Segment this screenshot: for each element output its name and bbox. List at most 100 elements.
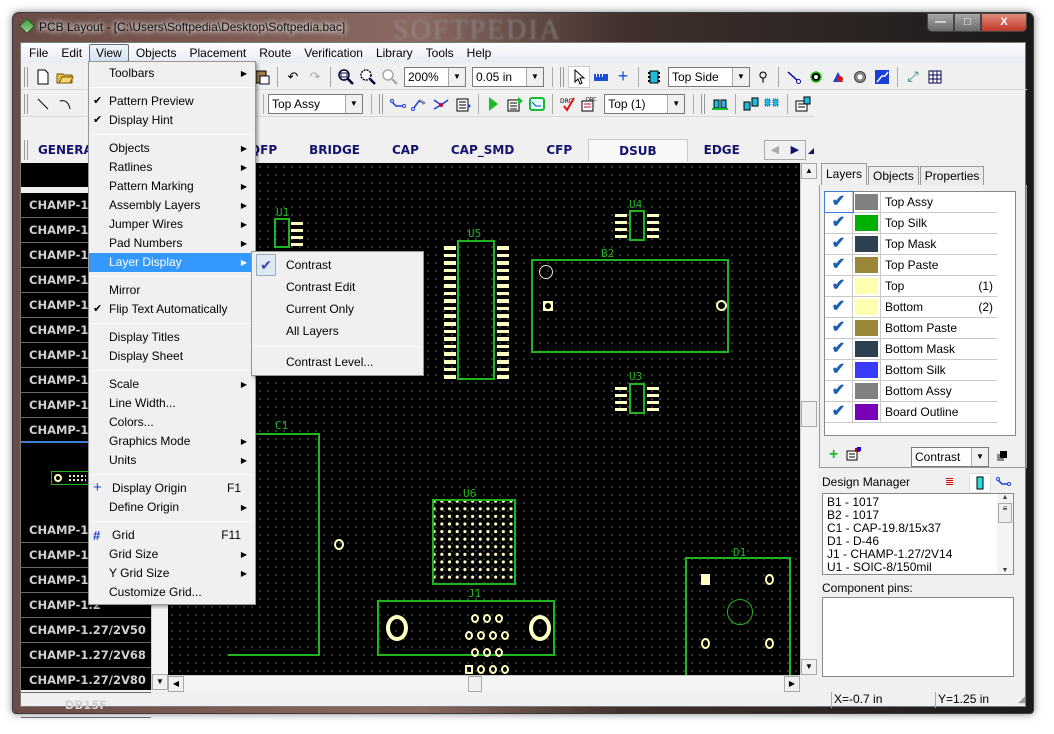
- list-item[interactable]: CHAMP-1.27/2V68: [21, 643, 151, 668]
- maximize-button[interactable]: □: [954, 13, 981, 32]
- resize-grip-icon[interactable]: ◢: [1018, 694, 1025, 705]
- toolbar-grip[interactable]: [24, 93, 28, 114]
- menu-item-display-titles[interactable]: Display Titles: [89, 328, 255, 347]
- layer-row[interactable]: ✔ Top Assy: [824, 191, 997, 213]
- layer-row[interactable]: ✔ Bottom Silk: [825, 360, 997, 381]
- menu-item-graphics-mode[interactable]: Graphics Mode ▶: [89, 432, 255, 451]
- route-layer-combo[interactable]: Top (1) ▼: [604, 93, 686, 114]
- menu-item-ratlines[interactable]: Ratlines ▶: [89, 158, 255, 177]
- component-u1[interactable]: [274, 218, 290, 248]
- toolbar-grip[interactable]: [701, 93, 706, 114]
- redo-icon[interactable]: ↷: [304, 66, 326, 88]
- open-icon[interactable]: [54, 66, 76, 88]
- toolbar-grip[interactable]: [24, 140, 28, 160]
- layer-properties-icon[interactable]: [846, 446, 862, 464]
- layer-row[interactable]: ✔ Board Outline: [825, 402, 997, 423]
- layer-mode-combo[interactable]: Contrast ▼: [911, 447, 989, 467]
- layer-color-swatch[interactable]: [853, 255, 881, 275]
- layer-color-swatch[interactable]: [853, 276, 881, 296]
- menu-file[interactable]: File: [23, 44, 54, 62]
- lib-tab-bridge[interactable]: BRIDGE: [293, 139, 376, 161]
- side-combo[interactable]: Top Side ▼: [668, 66, 750, 87]
- menu-item-y-grid-size[interactable]: Y Grid Size ▶: [89, 564, 255, 583]
- zoom-in-icon[interactable]: [335, 66, 357, 88]
- menu-item-units[interactable]: Units ▶: [89, 451, 255, 470]
- color-icon[interactable]: [997, 451, 1007, 461]
- lib-tab-cap-smd[interactable]: CAP_SMD: [435, 139, 530, 161]
- layer-color-swatch[interactable]: [853, 192, 881, 212]
- layer-row[interactable]: ✔ Bottom Assy: [825, 381, 997, 402]
- layer-row[interactable]: ✔ Top Silk: [825, 213, 997, 234]
- component-u6[interactable]: [432, 499, 516, 585]
- properties-icon[interactable]: [792, 93, 814, 115]
- minimize-button[interactable]: —: [927, 13, 954, 32]
- undo-icon[interactable]: ↶: [282, 66, 304, 88]
- toolbar-grip[interactable]: [24, 66, 28, 87]
- menu-item-contrast-level[interactable]: Contrast Level...: [252, 351, 423, 373]
- tab-layers[interactable]: Layers: [821, 163, 868, 185]
- ruler-icon[interactable]: [590, 66, 612, 88]
- menu-item-layer-display[interactable]: Layer Display ▶: [89, 253, 255, 272]
- chevron-down-icon[interactable]: ▼: [971, 448, 988, 466]
- layer-visible-checkbox[interactable]: ✔: [825, 255, 853, 275]
- menu-item-pattern-marking[interactable]: Pattern Marking ▶: [89, 177, 255, 196]
- component-icon[interactable]: [643, 66, 665, 88]
- menu-item-pattern-preview[interactable]: ✔ Pattern Preview: [89, 92, 255, 111]
- chevron-down-icon[interactable]: ▼: [732, 67, 749, 86]
- layer-visible-checkbox[interactable]: ✔: [825, 213, 853, 233]
- toolbar-grip[interactable]: [378, 93, 383, 114]
- design-items-list[interactable]: B1 - 1017 B2 - 1017 C1 - CAP-19.8/15x37 D1 …: [822, 493, 1014, 575]
- layer-visible-checkbox[interactable]: ✔: [824, 191, 854, 213]
- chevron-down-icon[interactable]: ▼: [448, 67, 465, 86]
- copper-pour-icon[interactable]: [871, 66, 893, 88]
- arc-icon[interactable]: [54, 93, 76, 115]
- menu-item-line-width[interactable]: Line Width...: [89, 394, 255, 413]
- menu-item-display-origin[interactable]: + Display Origin F1: [89, 479, 255, 498]
- scroll-right-icon[interactable]: ▶: [785, 141, 805, 159]
- menu-item-grid[interactable]: # Grid F11: [89, 526, 255, 545]
- lib-tab-cfp[interactable]: CFP: [530, 139, 588, 161]
- menu-item-grid-size[interactable]: Grid Size ▶: [89, 545, 255, 564]
- lib-tab-edge[interactable]: EDGE: [688, 139, 756, 161]
- menu-item-assembly-layers[interactable]: Assembly Layers ▶: [89, 196, 255, 215]
- drc-check-icon[interactable]: DRC: [557, 93, 579, 115]
- layer-visible-checkbox[interactable]: ✔: [825, 318, 853, 338]
- close-button[interactable]: X: [981, 13, 1027, 32]
- menu-item-pad-numbers[interactable]: Pad Numbers ▶: [89, 234, 255, 253]
- menu-verification[interactable]: Verification: [298, 44, 369, 62]
- menu-item-customize-grid[interactable]: Customize Grid...: [89, 583, 255, 602]
- component-u5[interactable]: [457, 240, 495, 380]
- component-u4[interactable]: [629, 210, 645, 241]
- vscroll-thumb[interactable]: [801, 401, 817, 427]
- lib-tab-cap[interactable]: CAP: [376, 139, 435, 161]
- menu-item-display-sheet[interactable]: Display Sheet: [89, 347, 255, 366]
- layer-visible-checkbox[interactable]: ✔: [825, 297, 853, 317]
- scroll-left-icon[interactable]: ◀: [765, 141, 785, 159]
- chevron-down-icon[interactable]: ▼: [526, 67, 543, 86]
- grid-size-combo[interactable]: 0.05 in ▼: [472, 66, 544, 87]
- align-icon[interactable]: [709, 93, 731, 115]
- scroll-down-icon[interactable]: ▼: [801, 659, 817, 675]
- list-item[interactable]: CHAMP-1.27/2V50: [21, 618, 151, 643]
- pcb-canvas[interactable]: U1 U4 U5 B2 U3 C1 U6 J1 D1: [168, 163, 800, 675]
- layer-row[interactable]: ✔ Bottom Paste: [825, 318, 997, 339]
- menu-help[interactable]: Help: [461, 44, 498, 62]
- component-pins-list[interactable]: [822, 597, 1014, 677]
- menu-item-flip-text-automatically[interactable]: ✔ Flip Text Automatically: [89, 300, 255, 319]
- zoom-combo[interactable]: 200% ▼: [404, 66, 466, 87]
- design-list-scrollbar[interactable]: ▲ ≡ ▼: [997, 494, 1013, 574]
- menu-item-current-only[interactable]: Current Only: [252, 298, 423, 320]
- layer-color-swatch[interactable]: [853, 297, 881, 317]
- layer-row[interactable]: ✔ Bottom Mask: [825, 339, 997, 360]
- tab-properties[interactable]: Properties: [919, 166, 985, 185]
- toolbar-grip[interactable]: [560, 66, 564, 87]
- menu-item-all-layers[interactable]: All Layers: [252, 320, 423, 342]
- tab-objects[interactable]: Objects: [868, 166, 919, 185]
- swap-icon[interactable]: [740, 93, 762, 115]
- crosshair-icon[interactable]: +: [612, 66, 634, 88]
- lib-tab-dsub[interactable]: DSUB: [588, 139, 688, 161]
- hole-icon[interactable]: [849, 66, 871, 88]
- via-icon[interactable]: [805, 66, 827, 88]
- menu-item-toolbars[interactable]: Toolbars ▶: [89, 64, 255, 83]
- layer-combo[interactable]: Top Assy ▼: [267, 93, 363, 114]
